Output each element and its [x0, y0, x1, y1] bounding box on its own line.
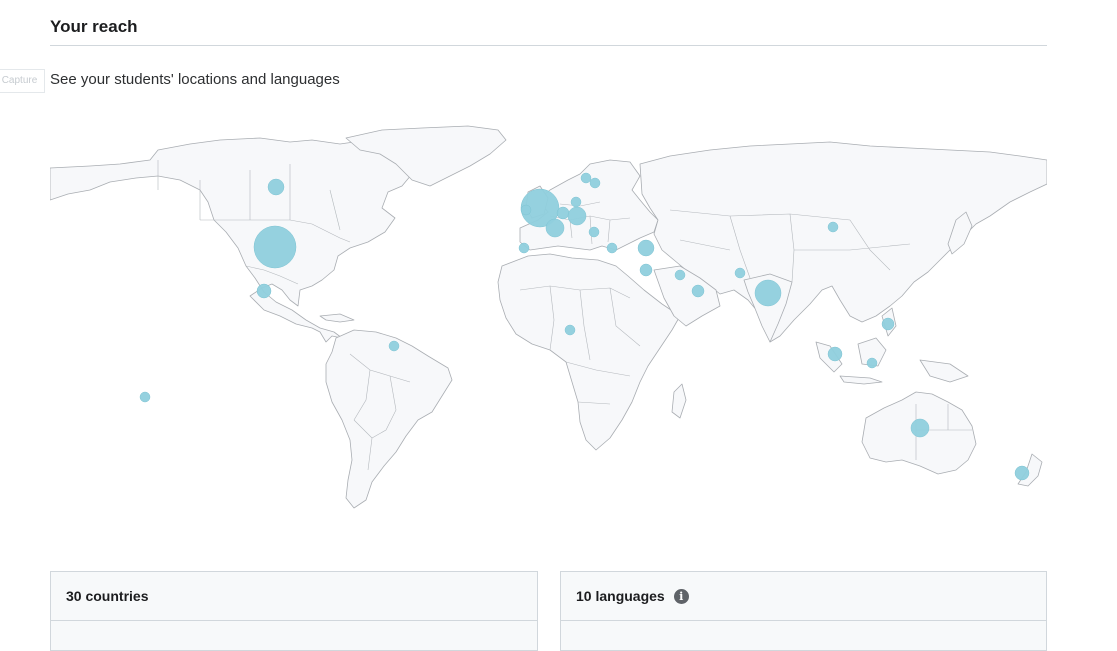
bubble-nigeria[interactable] — [564, 324, 576, 336]
bubble-australia[interactable] — [910, 418, 930, 438]
madagascar-landmass — [671, 383, 687, 419]
bubble-indonesia[interactable] — [866, 357, 878, 369]
bubble-trinidad[interactable] — [388, 340, 400, 352]
bubble-mongolia[interactable] — [827, 221, 839, 233]
world-map[interactable] — [50, 120, 1047, 520]
countries-card: 30 countries — [50, 571, 538, 651]
countries-count: 30 countries — [66, 588, 149, 604]
bubble-france[interactable] — [545, 218, 565, 238]
bubble-greece[interactable] — [606, 242, 618, 254]
bubble-sweden[interactable] — [589, 177, 601, 189]
new-guinea-landmass — [919, 359, 969, 383]
bubble-italy[interactable] — [588, 226, 600, 238]
bubble-canada[interactable] — [267, 178, 285, 196]
africa-landmass — [497, 253, 681, 451]
cuba-landmass — [319, 313, 355, 323]
world-map-svg — [50, 125, 1047, 509]
bubble-pakistan[interactable] — [734, 267, 746, 279]
bubble-poland[interactable] — [570, 196, 582, 208]
languages-count: 10 languages — [576, 588, 665, 604]
bubble-turkey[interactable] — [637, 239, 655, 257]
bubble-ireland[interactable] — [520, 204, 532, 216]
bubble-hawaii[interactable] — [139, 391, 151, 403]
languages-card: 10 languages i — [560, 571, 1047, 651]
bubble-iraq[interactable] — [674, 269, 686, 281]
section-title: Your reach — [50, 17, 138, 36]
reach-subtitle: See your students' locations and languag… — [50, 71, 340, 88]
bubble-philippines[interactable] — [881, 317, 895, 331]
info-icon[interactable]: i — [673, 589, 689, 604]
bubble-netherlands[interactable] — [556, 206, 570, 220]
section-divider — [50, 45, 1047, 46]
bubble-israel[interactable] — [639, 263, 653, 277]
capture-tag[interactable]: Capture — [0, 69, 45, 93]
java-landmass — [839, 375, 883, 385]
bubble-new-zealand[interactable] — [1014, 465, 1030, 481]
bubble-portugal[interactable] — [518, 242, 530, 254]
countries-card-header: 30 countries — [51, 572, 537, 621]
bubble-mexico[interactable] — [256, 283, 272, 299]
south-america-landmass — [325, 329, 453, 509]
bubble-malaysia[interactable] — [827, 346, 843, 362]
bubble-united-states[interactable] — [253, 225, 297, 269]
bubble-norway[interactable] — [580, 172, 592, 184]
bubble-india[interactable] — [754, 279, 782, 307]
north-america-landmass — [50, 137, 413, 343]
bubble-germany[interactable] — [567, 206, 587, 226]
languages-card-header: 10 languages i — [561, 572, 1046, 621]
bubble-uae[interactable] — [691, 284, 705, 298]
